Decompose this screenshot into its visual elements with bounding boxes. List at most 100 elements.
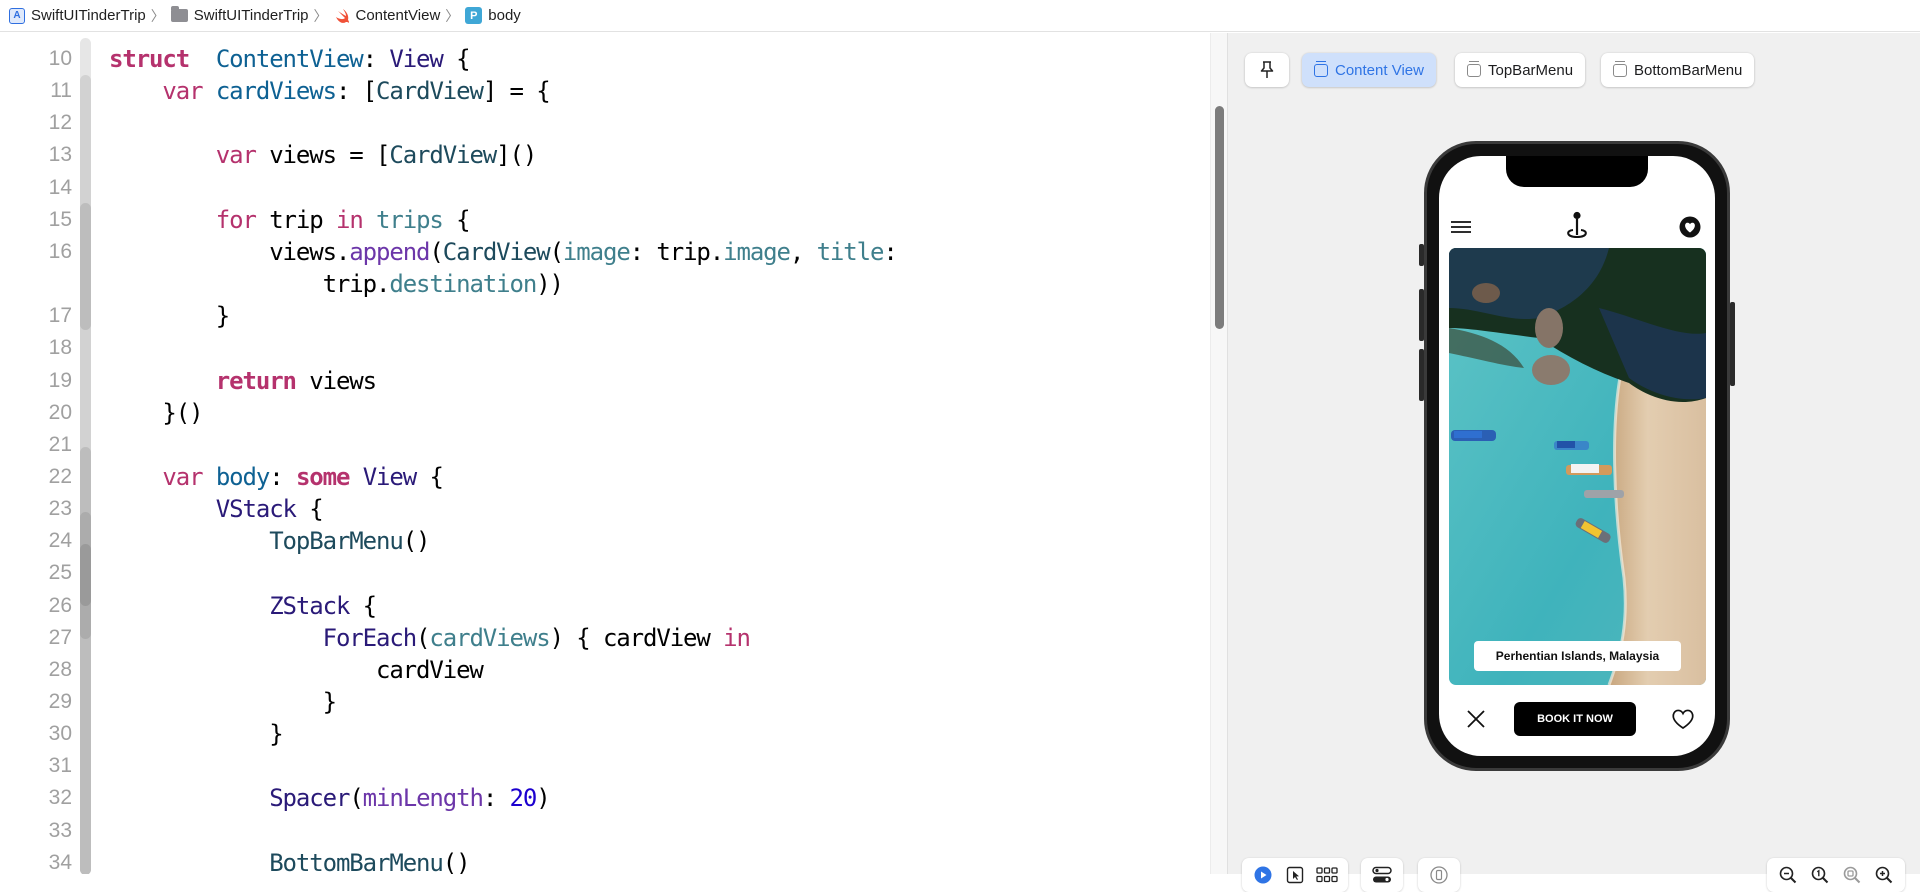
- code-line[interactable]: 30 }: [0, 718, 1200, 750]
- breadcrumb-symbol[interactable]: P body: [465, 7, 521, 24]
- heart-icon[interactable]: [1671, 708, 1695, 730]
- code-line[interactable]: 14: [0, 172, 1200, 204]
- volume-up-button: [1419, 289, 1424, 341]
- code-line[interactable]: 28 cardView: [0, 654, 1200, 686]
- code-line[interactable]: 16 views.append(CardView(image: trip.ima…: [0, 236, 1200, 268]
- code-text: BottomBarMenu(): [109, 847, 470, 874]
- tab-content-view[interactable]: Content View: [1302, 53, 1436, 87]
- code-line[interactable]: 20 }(): [0, 397, 1200, 429]
- code-token: {: [442, 45, 470, 73]
- silent-switch: [1419, 244, 1424, 266]
- close-x-icon[interactable]: [1467, 710, 1485, 728]
- zoom-to-fit-button[interactable]: [1841, 864, 1863, 886]
- code-line[interactable]: 32 Spacer(minLength: 20): [0, 782, 1200, 814]
- code-text: trip.destination)): [109, 268, 564, 300]
- zoom-actual-size-button[interactable]: [1809, 864, 1831, 886]
- line-number: 29: [48, 690, 72, 713]
- code-token: ): [536, 784, 550, 813]
- code-token: ZStack: [269, 591, 350, 620]
- code-line[interactable]: 17 }: [0, 300, 1200, 332]
- code-token: ,: [789, 237, 817, 266]
- code-token: (: [416, 623, 430, 652]
- heart-circle-icon[interactable]: [1679, 216, 1701, 238]
- line-number: 25: [48, 561, 72, 585]
- editor-vertical-scrollbar[interactable]: [1210, 33, 1228, 874]
- book-it-now-button[interactable]: BOOK IT NOW: [1514, 702, 1636, 736]
- pin-preview-button[interactable]: [1245, 53, 1289, 87]
- zoom-out-button[interactable]: [1777, 864, 1799, 886]
- code-line[interactable]: 21: [0, 429, 1200, 461]
- code-line[interactable]: 26 ZStack {: [0, 590, 1200, 622]
- code-line[interactable]: 11 var cardViews: [CardView] = {: [0, 75, 1200, 107]
- device-toolbar: [1418, 858, 1460, 892]
- selectable-mode-button[interactable]: [1284, 864, 1306, 886]
- zoom-in-button[interactable]: [1873, 864, 1895, 886]
- line-number: 30: [48, 722, 72, 746]
- code-token: append: [349, 237, 430, 266]
- line-number: 34: [48, 850, 72, 874]
- code-line[interactable]: 24 TopBarMenu(): [0, 525, 1200, 557]
- live-preview-button[interactable]: [1252, 864, 1274, 886]
- device-settings-button[interactable]: [1371, 864, 1393, 886]
- code-line[interactable]: 31: [0, 750, 1200, 782]
- line-number: 21: [48, 432, 72, 456]
- code-line[interactable]: 19 return views: [0, 365, 1200, 397]
- code-token: ] = {: [482, 77, 551, 106]
- code-token: body: [215, 462, 271, 491]
- code-line[interactable]: 13 var views = [CardView](): [0, 139, 1200, 171]
- app-project-icon: A: [9, 7, 25, 24]
- line-number: 28: [48, 657, 72, 681]
- code-line[interactable]: 22 var body: some View {: [0, 461, 1200, 493]
- line-number: 24: [48, 529, 72, 553]
- code-editor[interactable]: 10 struct ContentView: View {11 var cardV…: [0, 33, 1210, 874]
- code-line[interactable]: 25: [0, 557, 1200, 589]
- preview-window-icon: [1613, 60, 1627, 77]
- code-line[interactable]: 29 }: [0, 686, 1200, 718]
- code-line[interactable]: trip.destination)): [0, 268, 1200, 300]
- variants-button[interactable]: [1316, 864, 1338, 886]
- code-line[interactable]: 18: [0, 332, 1200, 364]
- code-token: CardView: [389, 141, 497, 170]
- code-token: in: [723, 623, 751, 652]
- code-text: views.append(CardView(image: trip.image,…: [109, 236, 898, 268]
- device-notch: [1506, 156, 1648, 187]
- chevron-right-icon: 〉: [445, 7, 460, 24]
- folder-icon: [170, 6, 188, 22]
- code-token: ForEach: [322, 623, 418, 652]
- code-line[interactable]: 15 for trip in trips {: [0, 204, 1200, 236]
- code-line[interactable]: 12: [0, 107, 1200, 139]
- line-number: 20: [48, 400, 72, 424]
- scrollbar-thumb[interactable]: [1215, 106, 1224, 329]
- map-pin-icon: [1567, 211, 1587, 239]
- code-line[interactable]: 33: [0, 815, 1200, 847]
- code-token: var: [215, 141, 257, 170]
- line-number: 22: [48, 464, 72, 488]
- code-line[interactable]: 27 ForEach(cardViews) { cardView in: [0, 622, 1200, 654]
- code-line[interactable]: 23 VStack {: [0, 493, 1200, 525]
- tab-bottom-bar-menu[interactable]: BottomBarMenu: [1601, 53, 1755, 87]
- device-preview[interactable]: Perhentian Islands, Malaysia BOOK IT NOW: [1419, 141, 1735, 771]
- line-number: 32: [48, 786, 72, 810]
- code-token: }: [109, 302, 230, 331]
- selectable-icon: [1286, 866, 1304, 884]
- code-line[interactable]: 10 struct ContentView: View {: [0, 43, 1200, 75]
- code-line[interactable]: 34 BottomBarMenu(): [0, 847, 1200, 874]
- power-button: [1730, 302, 1735, 386]
- code-token: :: [883, 237, 897, 266]
- breadcrumb-file[interactable]: ContentView: [334, 7, 440, 24]
- hamburger-menu-icon[interactable]: [1450, 219, 1472, 235]
- zoom-toolbar: [1767, 858, 1905, 892]
- code-text: return views: [109, 365, 377, 397]
- device-button[interactable]: [1428, 864, 1450, 886]
- app-screen: Perhentian Islands, Malaysia BOOK IT NOW: [1439, 156, 1715, 756]
- code-token: cardView: [109, 655, 484, 684]
- breadcrumb-folder[interactable]: SwiftUITinderTrip: [170, 6, 309, 24]
- line-number: 13: [48, 143, 72, 167]
- breadcrumb-project[interactable]: A SwiftUITinderTrip: [9, 7, 146, 24]
- tab-top-bar-menu[interactable]: TopBarMenu: [1455, 53, 1586, 87]
- code-token: image: [723, 237, 791, 266]
- card-view[interactable]: Perhentian Islands, Malaysia: [1449, 248, 1706, 685]
